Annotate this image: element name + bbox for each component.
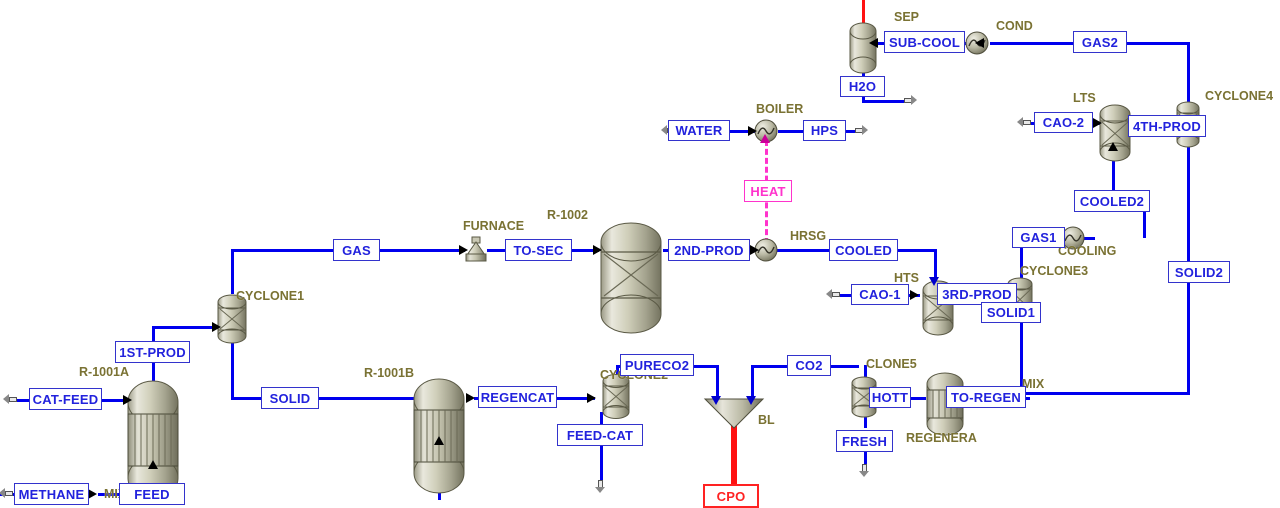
arrowhead-cyclone2-in [587,393,596,403]
arrowhead-to-sec [593,245,602,255]
product-terminal-h2o[interactable] [904,95,917,106]
stream-line-solid2-left [1022,392,1190,395]
stream-label-fresh[interactable]: FRESH [836,430,893,452]
unit-tag-regenera: REGENERA [906,431,977,445]
equipment-reactor-lts[interactable] [1098,104,1132,162]
arrowhead-cooled2-up [1108,142,1118,151]
unit-tag-r1001a: R-1001A [79,365,130,379]
stream-line-first-prod-top [152,326,220,329]
stream-label-cao-2[interactable]: CAO-2 [1034,112,1093,133]
arrowhead-co2-bl [746,396,756,405]
unit-tag-hts: HTS [894,271,919,285]
unit-tag-lts: LTS [1073,91,1096,105]
feed-terminal-cao1[interactable] [826,289,840,300]
stream-label-methane[interactable]: METHANE [14,483,89,505]
equipment-separator-sep[interactable] [847,22,879,74]
unit-tag-hrsg: HRSG [790,229,827,243]
arrowhead-cat-feed [123,395,132,405]
arrowhead-r1001b-up [434,436,444,445]
stream-line-cooled2-down [1143,208,1146,238]
stream-label-cooled[interactable]: COOLED [829,239,898,261]
stream-label-fourth-prod[interactable]: 4TH-PROD [1128,115,1206,137]
unit-tag-bl: BL [758,413,775,427]
stream-label-solid2[interactable]: SOLID2 [1168,261,1230,283]
stream-line-sep-top-red [862,0,865,24]
stream-label-cpo[interactable]: CPO [703,484,759,508]
stream-label-cooled2[interactable]: COOLED2 [1074,190,1150,212]
stream-label-gas1[interactable]: GAS1 [1012,227,1065,248]
unit-tag-boiler: BOILER [756,102,804,116]
unit-tag-cyclone4: CYCLONE4 [1205,89,1274,103]
feed-terminal-cao2[interactable] [1017,117,1031,128]
equipment-reactor-r1002[interactable] [598,222,664,334]
unit-tag-cyclone5: CLONE5 [866,357,917,371]
stream-line-co2-right [827,365,859,368]
stream-label-first-prod[interactable]: 1ST-PROD [115,341,190,363]
stream-line-gas2-to-cond [990,42,1075,45]
stream-label-feed-cat[interactable]: FEED-CAT [557,424,643,446]
stream-label-regencat[interactable]: REGENCAT [478,386,557,408]
stream-line-cyclone1-gas-up [231,249,234,294]
stream-label-cat-feed[interactable]: CAT-FEED [29,388,102,410]
stream-label-hott[interactable]: HOTT [869,387,911,408]
stream-line-gas2-right [1124,42,1189,45]
stream-label-feed[interactable]: FEED [119,483,185,505]
unit-tag-cyclone3: CYCLONE3 [1020,264,1089,278]
arrowhead-regencat-in [466,393,475,403]
feed-terminal-methane[interactable] [0,488,13,499]
stream-label-hps[interactable]: HPS [803,120,846,141]
equipment-reactor-r1001a[interactable] [125,380,181,500]
unit-tag-r1002: R-1002 [547,208,588,222]
arrowhead-feed-up [148,460,158,469]
product-terminal-hps[interactable] [855,125,868,136]
product-terminal-fresh[interactable] [859,464,870,477]
arrowhead-heat-up [760,134,770,143]
stream-label-gas2[interactable]: GAS2 [1073,31,1127,53]
arrowhead-to-cyclone1 [212,322,221,332]
stream-line-cpo-red [731,424,737,484]
stream-line-feed-cat-down2 [600,444,603,482]
arrowhead-pureco2-bl [711,396,721,405]
stream-label-solid1[interactable]: SOLID1 [981,302,1041,323]
arrowhead-methane-mix [88,489,97,499]
stream-line-co2-left [751,365,789,368]
stream-line-hps-in [778,130,805,133]
arrowhead-cao1 [910,290,919,300]
stream-label-sub-cool[interactable]: SUB-COOL [884,31,965,53]
unit-tag-furnace: FURNACE [463,219,525,233]
unit-tag-r1001b: R-1001B [364,366,415,380]
stream-label-cao-1[interactable]: CAO-1 [851,284,909,305]
arrowhead-2nd-prod [750,245,759,255]
unit-tag-cooling: COOLING [1058,244,1117,258]
stream-label-to-regen[interactable]: TO-REGEN [946,386,1026,408]
arrowhead-cond-in [975,38,984,48]
unit-tag-cyclone1: CYCLONE1 [236,289,305,303]
stream-line-h2o-out [862,100,907,103]
stream-label-heat[interactable]: HEAT [744,180,792,202]
arrowhead-sub-cool [869,38,878,48]
product-terminal-feed-cat[interactable] [595,480,606,493]
stream-label-h2o[interactable]: H2O [840,76,885,97]
unit-tag-cond: COND [996,19,1033,33]
stream-label-gas[interactable]: GAS [333,239,380,261]
stream-label-water[interactable]: WATER [668,120,730,141]
arrowhead-gas-furnace [459,245,468,255]
stream-label-to-sec[interactable]: TO-SEC [505,239,572,261]
process-flow-diagram-canvas: CAT-FEED METHANE FEED 1ST-PROD SOLID GAS… [0,0,1280,508]
unit-tag-sep: SEP [894,10,920,24]
stream-label-pureco2[interactable]: PURECO2 [620,354,694,376]
stream-label-second-prod[interactable]: 2ND-PROD [668,239,750,261]
arrowhead-water [748,126,757,136]
arrowhead-cao2 [1093,118,1102,128]
stream-label-co2[interactable]: CO2 [787,355,831,376]
feed-terminal-cat-feed[interactable] [3,394,17,405]
stream-line-solid-right [231,397,418,400]
stream-label-solid[interactable]: SOLID [261,387,319,409]
